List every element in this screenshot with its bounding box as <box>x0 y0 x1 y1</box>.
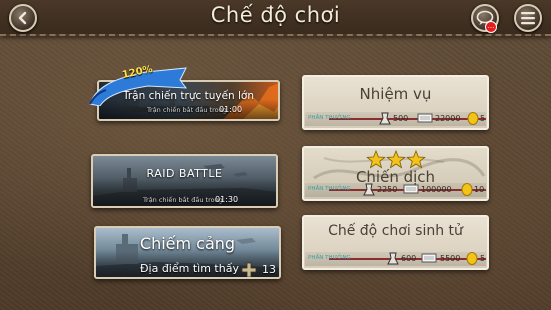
mode-panel-missions[interactable]: Nhiệm vụ PHẦN THƯỞNG 500 22000 5 <box>302 75 489 130</box>
mode-title: Chế độ chơi sinh tử <box>328 223 463 239</box>
mode-subtitle: Trận chiến bắt đầu trong <box>143 196 223 204</box>
notification-badge: ... <box>485 21 497 33</box>
silver-icon <box>417 113 433 123</box>
exp-icon <box>387 252 399 265</box>
exp-icon <box>379 112 391 125</box>
exp-icon <box>363 183 375 196</box>
mode-title: Chiếm cảng <box>139 234 236 253</box>
reward-gold: 10 <box>474 185 485 194</box>
reward-silver: 22000 <box>435 114 461 123</box>
reward-label: PHẦN THƯỞNG <box>308 186 351 192</box>
mode-title: RAID BATTLE <box>146 167 223 180</box>
star-icon <box>386 150 406 169</box>
mode-panel-survival[interactable]: Chế độ chơi sinh tử PHẦN THƯỞNG 600 5500… <box>302 215 489 270</box>
mode-panel-campaign[interactable]: Chiến dịch PHẦN THƯỞNG 2250 100000 10 <box>302 146 489 201</box>
cross-emblem-icon <box>241 262 257 277</box>
reward-bar: PHẦN THƯỞNG 500 22000 5 <box>305 112 486 126</box>
campaign-stars <box>366 150 426 169</box>
gold-coin-icon <box>467 112 479 125</box>
menu-button[interactable] <box>514 4 542 32</box>
mode-timer: 01:30 <box>215 195 239 204</box>
reward-exp: 2250 <box>377 185 398 194</box>
gold-coin-icon <box>461 183 473 196</box>
reward-exp: 500 <box>393 114 409 123</box>
mode-card-port-capture[interactable]: Chiếm cảng Địa điểm tìm thấy 13 <box>94 226 281 279</box>
reward-exp: 600 <box>401 254 417 263</box>
mode-subtitle: Địa điểm tìm thấy <box>140 262 239 275</box>
reward-silver: 5500 <box>440 254 461 263</box>
gold-coin-icon <box>466 252 478 265</box>
reward-gold: 5 <box>480 254 486 263</box>
silver-icon <box>421 253 437 263</box>
mode-subtitle: Trận chiến bắt đầu trong <box>147 106 227 114</box>
reward-gold: 5 <box>480 114 486 123</box>
star-icon <box>366 150 386 169</box>
mode-card-raid-battle[interactable]: RAID BATTLE Trận chiến bắt đầu trong 01:… <box>91 154 278 208</box>
port-count: 13 <box>262 263 276 276</box>
reward-bar: PHẦN THƯỞNG 2250 100000 10 <box>305 183 486 197</box>
reward-label: PHẦN THƯỞNG <box>308 255 351 261</box>
reward-bar: PHẦN THƯỞNG 600 5500 5 <box>305 252 486 266</box>
reward-label: PHẦN THƯỞNG <box>308 115 351 121</box>
star-icon <box>406 150 426 169</box>
silver-icon <box>403 184 419 194</box>
page-title: Chế độ chơi <box>210 3 341 27</box>
reward-silver: 100000 <box>421 185 452 194</box>
mode-timer: 01:00 <box>219 105 243 114</box>
mode-title: Nhiệm vụ <box>359 85 432 103</box>
menu-icon <box>521 12 535 25</box>
